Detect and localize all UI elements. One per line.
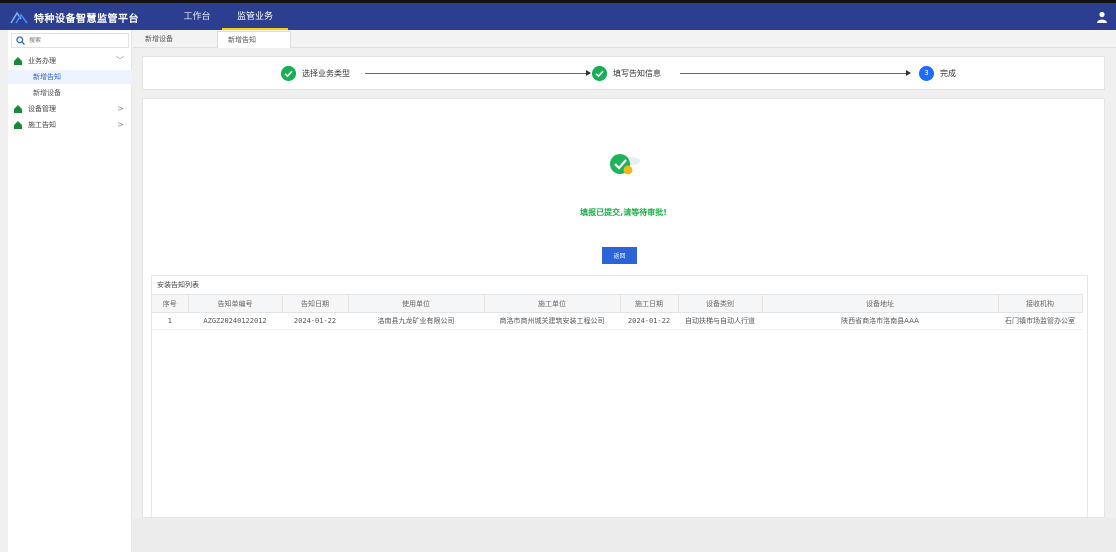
sidebar: 业务办理 ﹀ 新增告知 新增设备 设备管理 > 施工告知 > bbox=[8, 30, 132, 552]
col-header-notice-date: 告知日期 bbox=[282, 294, 349, 313]
chevron-down-icon: ﹀ bbox=[116, 56, 124, 65]
sidebar-item-device-mgmt[interactable]: 设备管理 > bbox=[8, 102, 132, 115]
app-title: 特种设备智慧监管平台 bbox=[34, 13, 139, 25]
sidebar-item-label: 施工告知 bbox=[28, 120, 56, 129]
col-header-device-category: 设备类别 bbox=[678, 294, 763, 313]
step-1: 选择业务类型 bbox=[281, 66, 350, 81]
user-icon[interactable] bbox=[1096, 11, 1108, 23]
footer-area bbox=[133, 518, 1116, 552]
home-icon bbox=[14, 56, 22, 65]
step-3: 3 完成 bbox=[919, 66, 956, 81]
cell-device-address: 陕西省商洛市洛南县AAA bbox=[762, 312, 998, 330]
brand[interactable]: 特种设备智慧监管平台 bbox=[10, 5, 139, 29]
top-bar: 特种设备智慧监管平台 工作台 监管业务 bbox=[0, 0, 1116, 30]
sidebar-item-label: 设备管理 bbox=[28, 104, 56, 113]
tab-new-notice[interactable]: 新增告知 bbox=[217, 31, 291, 48]
home-icon bbox=[14, 104, 22, 113]
step-connector bbox=[680, 73, 907, 74]
col-header-construction-date: 施工日期 bbox=[620, 294, 679, 313]
col-header-index: 序号 bbox=[152, 294, 189, 313]
arrow-right-icon bbox=[906, 70, 911, 76]
check-circle-icon bbox=[592, 66, 607, 81]
cell-construction-unit: 商洛市商州城关建筑安装工程公司 bbox=[484, 312, 620, 330]
progress-steps: 选择业务类型 填写告知信息 3 完成 bbox=[142, 56, 1105, 90]
cell-device-category: 自动扶梯与自动人行道 bbox=[678, 312, 762, 330]
step-label: 选择业务类型 bbox=[302, 69, 350, 78]
step-label: 完成 bbox=[940, 69, 956, 78]
col-header-device-address: 设备地址 bbox=[762, 294, 999, 313]
logo-icon bbox=[10, 11, 28, 24]
cell-receiving-org: 石门镇市场监管办公室 bbox=[998, 312, 1082, 330]
sidebar-subitem-new-device[interactable]: 新增设备 bbox=[8, 86, 132, 100]
nav-tab-supervision[interactable]: 监管业务 bbox=[222, 8, 288, 30]
table-header-row: 序号 告知单编号 告知日期 使用单位 施工单位 施工日期 设备类别 设备地址 接… bbox=[152, 294, 1083, 313]
result-card: 填报已提交,请等待审批! 返回 安装告知列表 序号 告知单编号 告知日期 使用单… bbox=[142, 98, 1105, 519]
tab-new-device[interactable]: 新增设备 bbox=[135, 31, 183, 48]
sidebar-search[interactable] bbox=[11, 33, 129, 48]
sidebar-subitem-new-notice[interactable]: 新增告知 bbox=[8, 70, 132, 84]
cell-index: 1 bbox=[152, 312, 188, 330]
page-tabs: 新增设备 新增告知 bbox=[133, 30, 1116, 48]
arrow-right-icon bbox=[586, 70, 591, 76]
col-header-receiving-org: 接收机构 bbox=[998, 294, 1083, 313]
cell-notice-date: 2024-01-22 bbox=[282, 312, 348, 330]
step-label: 填写告知信息 bbox=[613, 69, 661, 78]
sidebar-menu: 业务办理 ﹀ 新增告知 新增设备 设备管理 > 施工告知 > bbox=[8, 54, 132, 134]
cell-user-unit: 洛南县九龙矿业有限公司 bbox=[348, 312, 484, 330]
col-header-user-unit: 使用单位 bbox=[348, 294, 485, 313]
cell-construction-date: 2024-01-22 bbox=[620, 312, 678, 330]
col-header-construction-unit: 施工单位 bbox=[484, 294, 621, 313]
notice-table: 序号 告知单编号 告知日期 使用单位 施工单位 施工日期 设备类别 设备地址 接… bbox=[152, 294, 1083, 330]
sidebar-item-construction-notice[interactable]: 施工告知 > bbox=[8, 118, 132, 131]
notice-table-panel: 安装告知列表 序号 告知单编号 告知日期 使用单位 施工单位 施工日期 设备类别… bbox=[151, 275, 1088, 519]
step-connector bbox=[365, 73, 587, 74]
chevron-right-icon: > bbox=[117, 120, 124, 129]
table-title: 安装告知列表 bbox=[157, 281, 199, 289]
search-input[interactable] bbox=[29, 37, 125, 44]
table-row[interactable]: 1 AZGZ20240122012 2024-01-22 洛南县九龙矿业有限公司… bbox=[152, 312, 1082, 330]
return-button[interactable]: 返回 bbox=[602, 247, 637, 264]
chevron-right-icon: > bbox=[117, 104, 124, 113]
search-icon bbox=[16, 36, 25, 45]
sidebar-item-business[interactable]: 业务办理 ﹀ bbox=[8, 54, 132, 67]
success-icon bbox=[610, 154, 640, 175]
nav-tab-workbench[interactable]: 工作台 bbox=[172, 8, 222, 30]
sidebar-item-label: 业务办理 bbox=[28, 56, 56, 65]
step-number: 3 bbox=[919, 66, 934, 81]
check-circle-icon bbox=[281, 66, 296, 81]
cell-notice-no: AZGZ20240122012 bbox=[188, 312, 282, 330]
col-header-notice-no: 告知单编号 bbox=[188, 294, 283, 313]
home-icon bbox=[14, 120, 22, 129]
step-2: 填写告知信息 bbox=[592, 66, 661, 81]
success-message: 填报已提交,请等待审批! bbox=[580, 208, 667, 217]
